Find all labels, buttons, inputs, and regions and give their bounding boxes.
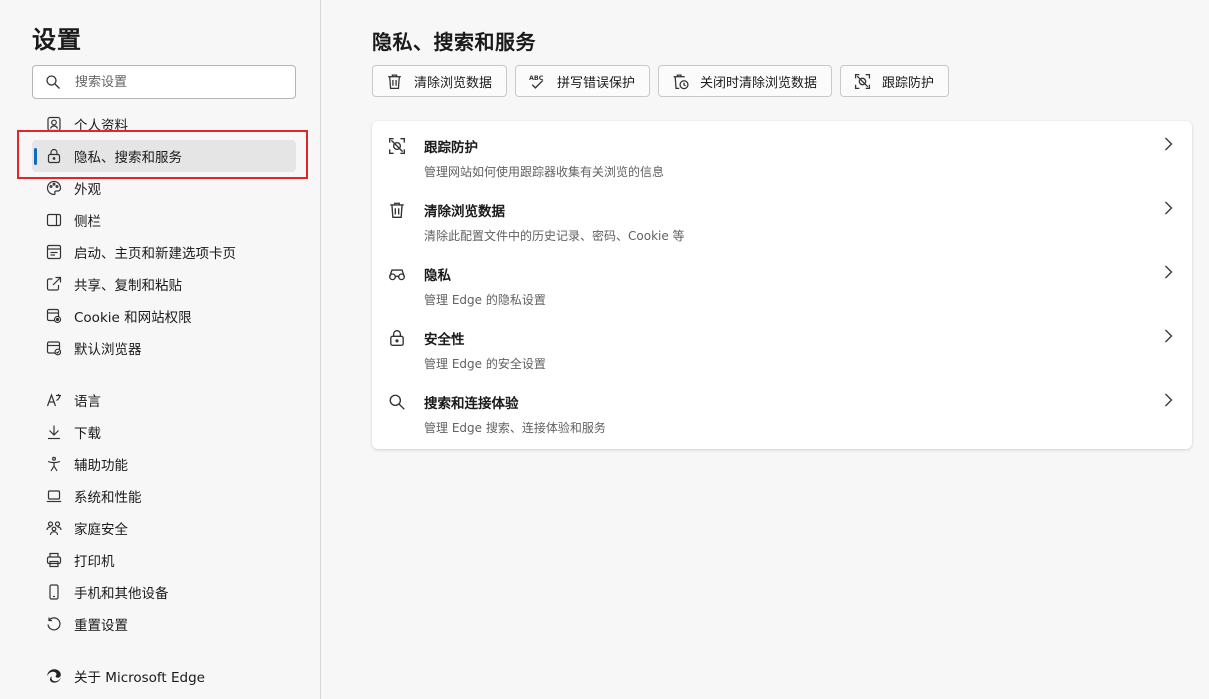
main-content: 隐私、搜索和服务 清除浏览数据 ABC 拼写错误保护 关闭时清除浏览数据 跟踪防… [322, 0, 1209, 699]
button-label: 跟踪防护 [882, 75, 935, 91]
row-description: 管理网站如何使用跟踪器收集有关浏览的信息 [424, 165, 665, 179]
phone-icon [45, 583, 63, 601]
row-privacy[interactable]: 隐私 管理 Edge 的隐私设置 [372, 249, 1192, 313]
sidebar-item-label: 重置设置 [74, 618, 128, 634]
clear-on-close-button[interactable]: 关闭时清除浏览数据 [658, 65, 833, 97]
tracking-icon [855, 73, 871, 89]
sidebar-item-privacy[interactable]: 隐私、搜索和服务 [32, 140, 296, 172]
row-clear-browsing-data[interactable]: 清除浏览数据 清除此配置文件中的历史记录、密码、Cookie 等 [372, 185, 1192, 249]
sidebar-item-label: 打印机 [74, 554, 115, 570]
row-title: 安全性 [424, 332, 465, 348]
sidebar-item-system[interactable]: 系统和性能 [32, 480, 296, 512]
svg-text:ABC: ABC [529, 73, 544, 81]
sidebar-item-sidebar[interactable]: 侧栏 [32, 204, 296, 236]
sidebar-item-language[interactable]: 语言 [32, 384, 296, 416]
spellcheck-icon: ABC [529, 73, 544, 89]
row-description: 清除此配置文件中的历史记录、密码、Cookie 等 [424, 229, 685, 243]
sidebar-item-printers[interactable]: 打印机 [32, 544, 296, 576]
palette-icon [45, 179, 63, 197]
row-description: 管理 Edge 搜索、连接体验和服务 [424, 421, 606, 435]
sidebar-item-label: 下载 [74, 426, 101, 442]
sidebar-title: 设置 [32, 26, 82, 54]
clear-browsing-data-button[interactable]: 清除浏览数据 [372, 65, 508, 97]
quick-actions: 清除浏览数据 ABC 拼写错误保护 关闭时清除浏览数据 跟踪防护 [372, 65, 950, 97]
chevron-right-icon [1165, 393, 1173, 407]
row-title: 跟踪防护 [424, 140, 478, 156]
sidebar-item-accessibility[interactable]: 辅助功能 [32, 448, 296, 480]
sidebar-item-default-browser[interactable]: 默认浏览器 [32, 332, 296, 364]
row-security[interactable]: 安全性 管理 Edge 的安全设置 [372, 313, 1192, 377]
cookie-permissions-icon [45, 307, 63, 325]
reset-icon [45, 615, 63, 633]
trash-icon [388, 73, 401, 89]
trash-clock-icon [673, 73, 689, 89]
sidebar-item-label: Cookie 和网站权限 [74, 310, 192, 326]
row-tracking-prevention[interactable]: 跟踪防护 管理网站如何使用跟踪器收集有关浏览的信息 [372, 121, 1192, 185]
typo-protection-button[interactable]: ABC 拼写错误保护 [515, 65, 651, 97]
search-icon [46, 75, 60, 89]
sidebar-item-family[interactable]: 家庭安全 [32, 512, 296, 544]
sidebar-item-about[interactable]: 关于 Microsoft Edge [32, 660, 296, 692]
sidebar-item-label: 个人资料 [74, 118, 128, 134]
sidebar-item-share[interactable]: 共享、复制和粘贴 [32, 268, 296, 300]
chevron-right-icon [1165, 329, 1173, 343]
sidebar-item-label: 关于 Microsoft Edge [74, 670, 205, 686]
sidebar-panel-icon [45, 211, 63, 229]
sidebar-item-phone[interactable]: 手机和其他设备 [32, 576, 296, 608]
sidebar-item-label: 手机和其他设备 [74, 586, 169, 602]
sidebar-item-profile[interactable]: 个人资料 [32, 112, 296, 140]
page-title: 隐私、搜索和服务 [372, 30, 536, 54]
sidebar-item-reset[interactable]: 重置设置 [32, 608, 296, 640]
row-title: 隐私 [424, 268, 451, 284]
accessibility-icon [45, 455, 63, 473]
profile-icon [45, 115, 63, 133]
row-description: 管理 Edge 的隐私设置 [424, 293, 546, 307]
sidebar-item-label: 外观 [74, 182, 101, 198]
download-icon [45, 423, 63, 441]
default-browser-icon [45, 339, 63, 357]
sidebar-nav: 个人资料 隐私、搜索和服务 外观 侧栏 启动、主页和新建选项卡页 共享、复制和粘… [0, 112, 320, 699]
search-icon [388, 393, 408, 413]
button-label: 清除浏览数据 [414, 75, 493, 91]
sidebar-item-label: 共享、复制和粘贴 [74, 278, 182, 294]
sidebar-item-label: 默认浏览器 [74, 342, 142, 358]
sidebar-item-startup[interactable]: 启动、主页和新建选项卡页 [32, 236, 296, 268]
row-title: 搜索和连接体验 [424, 396, 519, 412]
row-description: 管理 Edge 的安全设置 [424, 357, 546, 371]
newtab-icon [45, 243, 63, 261]
sidebar-item-label: 隐私、搜索和服务 [74, 150, 182, 166]
edge-logo-icon [45, 667, 63, 685]
lock-icon [388, 329, 408, 349]
sidebar-item-label: 系统和性能 [74, 490, 142, 506]
tracking-icon [388, 137, 408, 157]
sidebar-item-label: 语言 [74, 394, 101, 410]
laptop-icon [45, 487, 63, 505]
sidebar-item-label: 辅助功能 [74, 458, 128, 474]
sidebar-item-cookies[interactable]: Cookie 和网站权限 [32, 300, 296, 332]
family-icon [45, 519, 63, 537]
sidebar: 设置 个人资料 隐私、搜索和服务 外观 侧栏 启动、主页和新建选项卡页 共享、复… [0, 0, 321, 699]
chevron-right-icon [1165, 265, 1173, 279]
printer-icon [45, 551, 63, 569]
chevron-right-icon [1165, 137, 1173, 151]
sidebar-item-label: 侧栏 [74, 214, 101, 230]
language-icon [45, 391, 63, 409]
search-box[interactable] [32, 65, 296, 99]
button-label: 关闭时清除浏览数据 [700, 75, 818, 91]
trash-icon [388, 201, 408, 221]
settings-card: 跟踪防护 管理网站如何使用跟踪器收集有关浏览的信息 清除浏览数据 清除此配置文件… [372, 121, 1192, 449]
sidebar-item-downloads[interactable]: 下载 [32, 416, 296, 448]
tracking-prevention-button[interactable]: 跟踪防护 [840, 65, 950, 97]
row-title: 清除浏览数据 [424, 204, 505, 220]
search-input[interactable] [75, 74, 275, 90]
button-label: 拼写错误保护 [557, 75, 636, 91]
sidebar-item-label: 启动、主页和新建选项卡页 [74, 246, 236, 262]
share-icon [45, 275, 63, 293]
chevron-right-icon [1165, 201, 1173, 215]
lock-icon [45, 147, 63, 165]
row-search-connected[interactable]: 搜索和连接体验 管理 Edge 搜索、连接体验和服务 [372, 377, 1192, 441]
sidebar-item-appearance[interactable]: 外观 [32, 172, 296, 204]
glasses-icon [388, 265, 408, 285]
sidebar-item-label: 家庭安全 [74, 522, 128, 538]
